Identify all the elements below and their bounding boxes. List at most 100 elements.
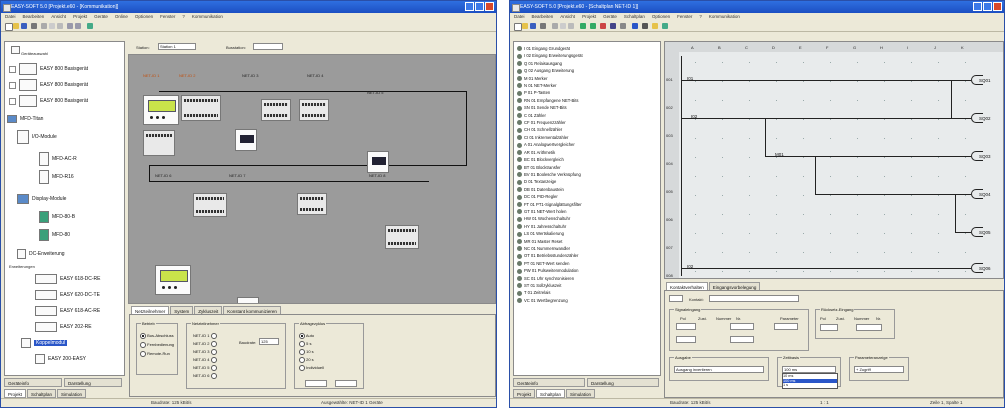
operand-list-item[interactable]: LS 01 Wertskalierung <box>517 230 583 237</box>
zoom-in-icon[interactable] <box>590 23 596 29</box>
operand-list-item[interactable]: AR 01 Arithmetik <box>517 149 583 156</box>
poll-option[interactable]: Individuell <box>299 364 324 372</box>
paste-icon[interactable] <box>57 23 63 29</box>
tree-item[interactable]: MFD-AC-R <box>39 152 77 166</box>
expansion-module[interactable] <box>261 99 291 121</box>
save-icon[interactable] <box>21 23 27 29</box>
check-icon[interactable] <box>652 23 658 29</box>
contact-label[interactable]: I02 <box>691 114 697 119</box>
operand-list-item[interactable]: MR 01 Master Reset <box>517 238 583 245</box>
operand-list-item[interactable]: CH 01 Schnellzähler <box>517 126 583 133</box>
contact-label[interactable]: I01 <box>687 76 693 81</box>
operand-list-item[interactable]: P 01 P-Tasten <box>517 89 583 96</box>
save-icon[interactable] <box>530 23 536 29</box>
tree-item[interactable]: EASY 202-RE <box>35 322 92 332</box>
expansion-module[interactable] <box>385 225 419 249</box>
close-button[interactable] <box>993 2 1002 11</box>
baud-input[interactable]: 125 <box>259 338 279 345</box>
menu-circuit[interactable]: Schaltplan <box>624 13 645 21</box>
tree-item[interactable]: Display-Module <box>17 194 66 204</box>
operand-list-item[interactable]: PT 01 NET-Wert senden <box>517 260 583 267</box>
bus-termination-checkbox[interactable]: Bus-Abschluss <box>140 331 174 340</box>
open-folder-icon[interactable] <box>522 23 528 29</box>
radio-icon[interactable] <box>210 372 217 379</box>
radio-icon[interactable] <box>210 364 217 371</box>
redo-icon[interactable] <box>75 23 81 29</box>
expansion-module[interactable] <box>193 193 227 217</box>
tree-item[interactable]: EASY 618-AC-RE <box>35 306 100 316</box>
operand-list-item[interactable]: PW 01 Pulsweitenmodulation <box>517 267 583 274</box>
network-canvas[interactable]: NET-ID 1 NET-ID 2 NET-ID 3 NET-ID 4 NET-… <box>128 54 496 304</box>
radio-icon[interactable] <box>210 356 217 363</box>
poll-to-input[interactable] <box>335 380 357 387</box>
output-select[interactable]: Ausgang invertieren <box>674 366 764 373</box>
easy-station[interactable] <box>367 151 389 173</box>
operand-list-item[interactable]: BT 01 Blocktransfer <box>517 164 583 171</box>
poll-option[interactable]: 5 s <box>299 340 324 348</box>
remote-run-option[interactable]: Remote-Run <box>140 349 174 358</box>
paste-icon[interactable] <box>568 23 574 29</box>
radio-icon[interactable] <box>210 340 217 347</box>
easy-station[interactable] <box>143 95 179 125</box>
menu-online[interactable]: Online <box>115 13 128 21</box>
menu-options[interactable]: Optionen <box>652 13 670 21</box>
device-info-button[interactable]: Geräteinfo <box>513 378 585 387</box>
operand-list-item[interactable]: I 01 Eingang Grundgerät <box>517 45 583 52</box>
poll-option[interactable]: Auto <box>299 332 324 340</box>
poll-option[interactable]: 10 s <box>299 348 324 356</box>
operand-list-item[interactable]: HY 01 Jahresschaltuhr <box>517 223 583 230</box>
easy-station[interactable] <box>237 297 259 303</box>
number-input[interactable] <box>730 323 754 330</box>
radio-icon[interactable] <box>210 348 217 355</box>
menu-project[interactable]: Projekt <box>73 13 87 21</box>
menu-project[interactable]: Projekt <box>582 13 596 21</box>
copy-icon[interactable] <box>560 23 566 29</box>
tree-item[interactable]: MFD-80 <box>39 229 70 241</box>
expand-icon[interactable] <box>9 65 16 73</box>
new-file-icon[interactable] <box>5 23 13 31</box>
reset-number-input[interactable] <box>856 324 882 331</box>
easy-station[interactable] <box>155 265 191 295</box>
menu-file[interactable]: Datei <box>5 13 16 21</box>
operand-list-item[interactable]: Q 02 Ausgang Erweiterung <box>517 67 583 74</box>
station-select[interactable]: Station 1 <box>158 43 196 50</box>
parameter-input[interactable] <box>774 323 798 330</box>
time-base-select[interactable]: 100 ms <box>782 366 836 373</box>
operand-list-item[interactable]: T 01 Zeitrelais <box>517 289 583 296</box>
print-icon[interactable] <box>31 23 37 29</box>
menu-edit[interactable]: Bearbeiten <box>23 13 45 21</box>
coil-tool-icon[interactable] <box>610 23 616 29</box>
radio-icon[interactable] <box>210 332 217 339</box>
minimize-button[interactable] <box>973 2 982 11</box>
tree-item[interactable]: MFD-Titan <box>7 114 43 124</box>
menu-window[interactable]: Fenster <box>677 13 692 21</box>
coil-label[interactable]: SQ03 <box>979 154 991 159</box>
help-icon[interactable] <box>662 23 668 29</box>
contact-label[interactable]: I02 <box>687 264 693 269</box>
reset-polarity-select[interactable] <box>820 324 838 331</box>
menu-file[interactable]: Datei <box>514 13 525 21</box>
zoom-icon[interactable] <box>580 23 586 29</box>
tree-item[interactable]: DC-Erweiterung <box>17 249 65 259</box>
operand-list-item[interactable]: M 01 Merker <box>517 75 583 82</box>
tree-item[interactable]: EASY 800 Basisgerät <box>9 79 88 91</box>
tab-circuit[interactable]: Schaltplan <box>536 389 566 398</box>
line-tool-icon[interactable] <box>620 23 626 29</box>
tab-simulation[interactable]: Simulation <box>566 389 596 398</box>
module-tool-icon[interactable] <box>632 23 638 29</box>
operand-list-item[interactable]: SC 01 Uhr synchronisieren <box>517 275 583 282</box>
parameter-display-select[interactable]: + Zugriff <box>854 366 904 373</box>
menu-edit[interactable]: Bearbeiten <box>532 13 554 21</box>
close-button[interactable] <box>485 2 494 11</box>
help-icon[interactable] <box>87 23 93 29</box>
operand-list-item[interactable]: ST 01 Sollzykluszeit <box>517 282 583 289</box>
coil-label[interactable]: SQ04 <box>979 192 991 197</box>
contact-select[interactable] <box>669 295 683 302</box>
display-button[interactable]: Darstellung <box>587 378 659 387</box>
polarity-select[interactable] <box>676 336 696 343</box>
operand-list-item[interactable]: D 01 Textanzeige <box>517 178 583 185</box>
tree-item[interactable]: EASY 800 Basisgerät <box>9 95 88 107</box>
expansion-module[interactable] <box>181 95 221 121</box>
contact-tool-icon[interactable] <box>600 23 606 29</box>
operand-list-item[interactable]: BC 01 Blockvergleich <box>517 156 583 163</box>
